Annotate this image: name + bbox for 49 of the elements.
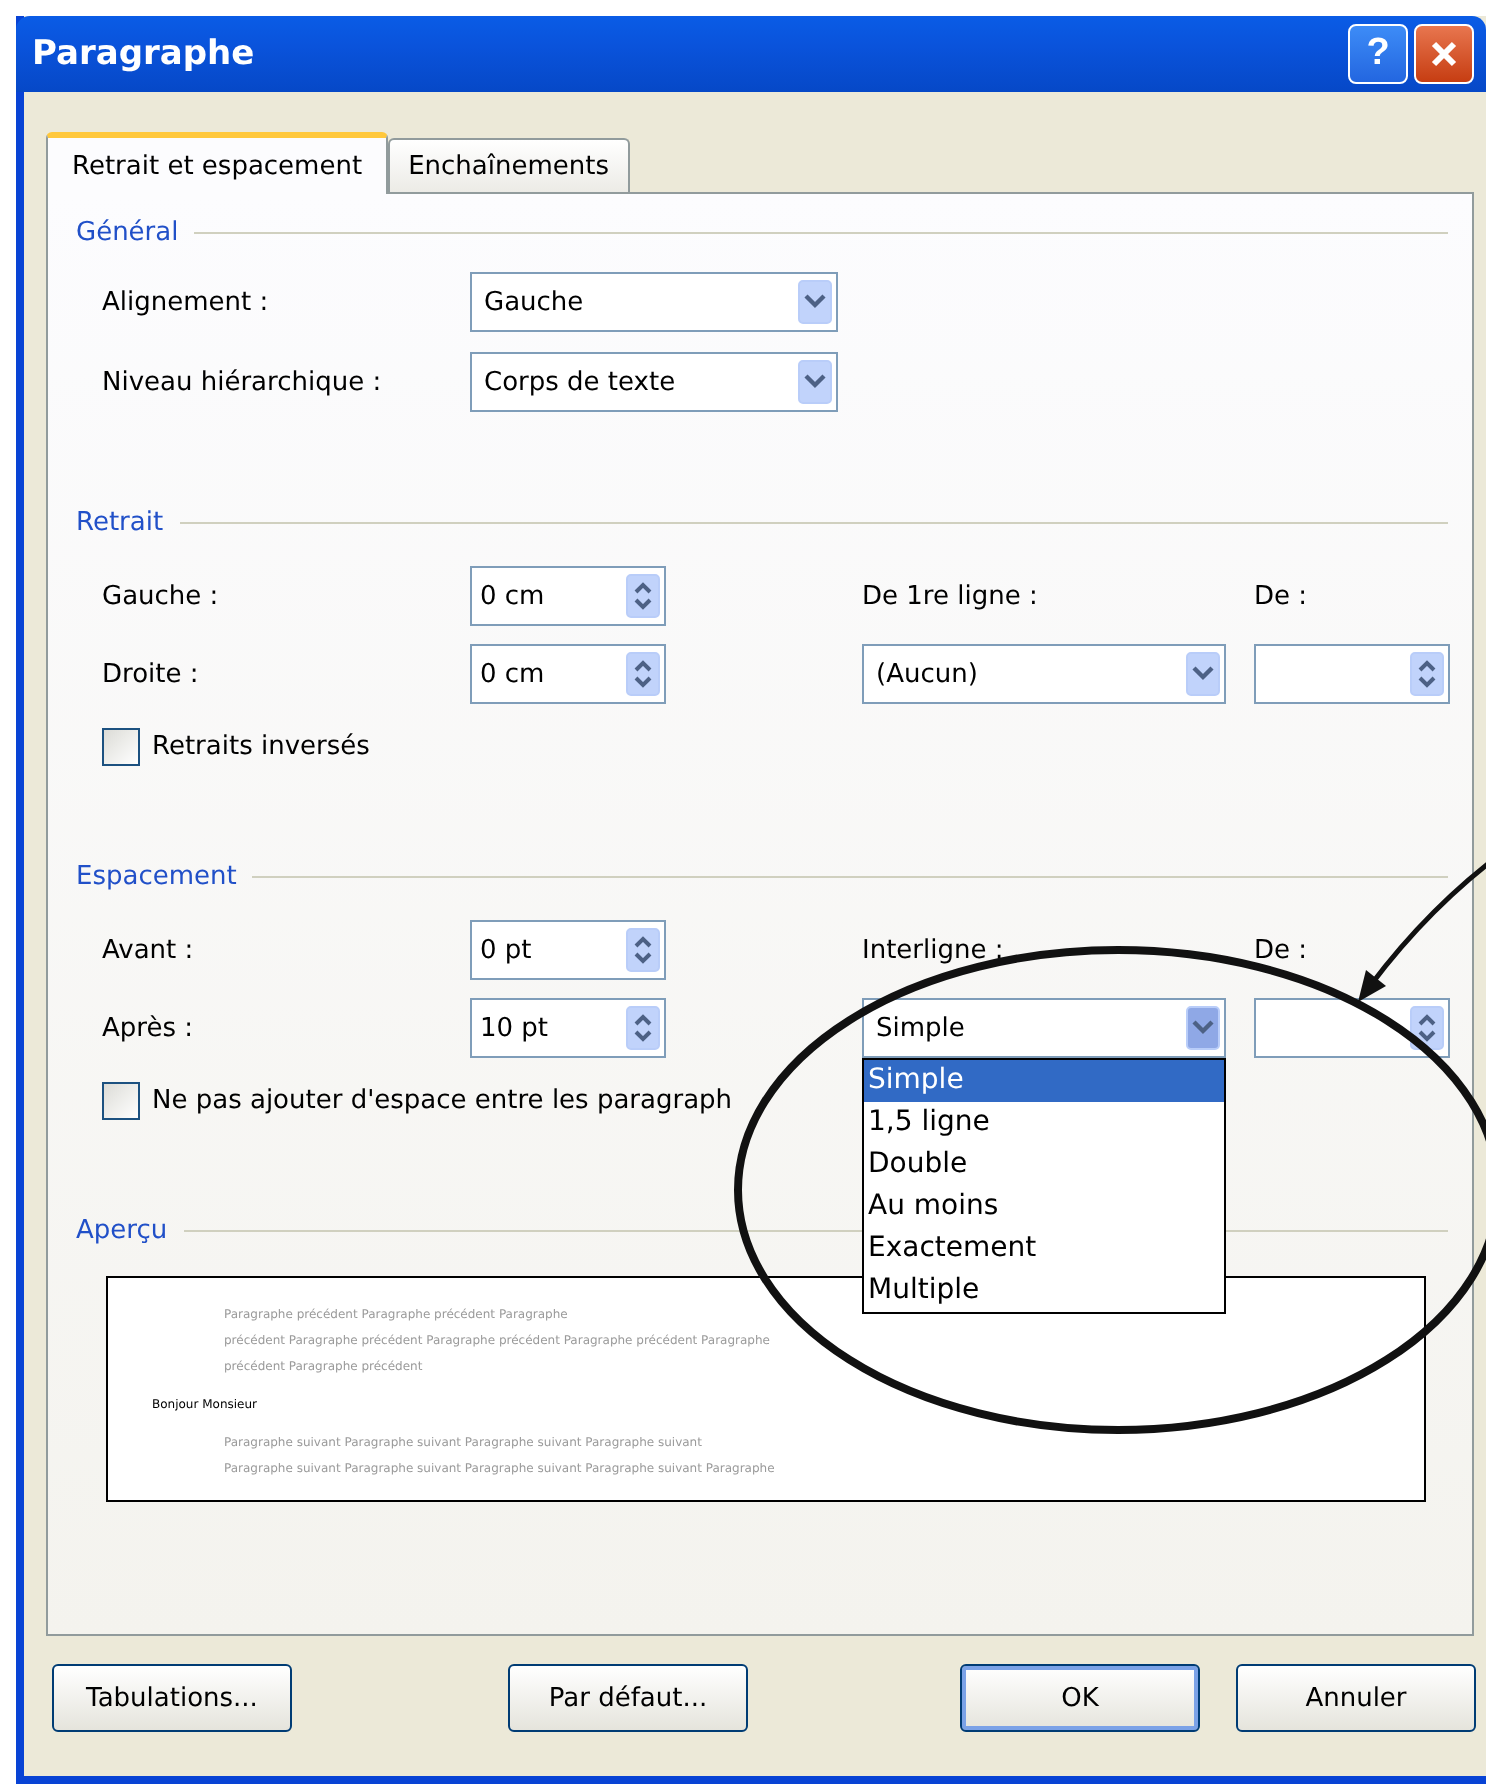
dropdown-field[interactable]: Corps de texte: [470, 352, 838, 412]
field-label: Droite :: [102, 659, 201, 689]
field-label: De :: [1254, 935, 1310, 965]
spin-field[interactable]: 10 pt: [470, 998, 666, 1058]
field-label: De 1re ligne :: [862, 581, 1040, 611]
dialog-button[interactable]: Tabulations...: [52, 1664, 292, 1732]
field-label: Niveau hiérarchique :: [102, 367, 384, 397]
spin-arrows-icon[interactable]: [626, 650, 660, 698]
dropdown-option[interactable]: Simple: [864, 1060, 1224, 1102]
spin-field[interactable]: 0 pt: [470, 920, 666, 980]
spin-field[interactable]: 0 cm: [470, 644, 666, 704]
field-label: Interligne :: [862, 935, 1006, 965]
dropdown-option[interactable]: Multiple: [864, 1270, 1224, 1312]
spin-field[interactable]: [1254, 644, 1450, 704]
dropdown-option[interactable]: 1,5 ligne: [864, 1102, 1224, 1144]
section-title: Espacement: [76, 861, 237, 891]
field-label: Après :: [102, 1013, 195, 1043]
dialog-button[interactable]: OK: [960, 1664, 1200, 1732]
field-label: De :: [1254, 581, 1310, 611]
dropdown-option[interactable]: Au moins: [864, 1186, 1224, 1228]
field-label: Alignement :: [102, 287, 271, 317]
checkbox-label: Ne pas ajouter d'espace entre les paragraph: [152, 1086, 733, 1116]
spin-arrows-icon[interactable]: [1410, 1004, 1444, 1052]
dialog-button[interactable]: Par défaut...: [508, 1664, 748, 1732]
checkbox[interactable]: [102, 1082, 140, 1120]
dropdown-field[interactable]: (Aucun): [862, 644, 1226, 704]
help-button[interactable]: ?: [1348, 24, 1408, 84]
spin-field[interactable]: 0 cm: [470, 566, 666, 626]
window-title: Paragraphe: [32, 34, 255, 74]
section-title: Retrait: [76, 507, 164, 537]
checkbox[interactable]: [102, 728, 140, 766]
dropdown-option[interactable]: Double: [864, 1144, 1224, 1186]
checkbox-label: Retraits inversés: [152, 732, 370, 762]
field-label: Avant :: [102, 935, 196, 965]
tab[interactable]: Enchaînements: [388, 138, 629, 192]
section-title: Général: [76, 217, 179, 247]
field-label: Gauche :: [102, 581, 221, 611]
spin-field[interactable]: [1254, 998, 1450, 1058]
dropdown-option[interactable]: Exactement: [864, 1228, 1224, 1270]
dialog-button[interactable]: Annuler: [1236, 1664, 1476, 1732]
close-button[interactable]: [1414, 24, 1474, 84]
spin-arrows-icon[interactable]: [626, 1004, 660, 1052]
spin-arrows-icon[interactable]: [626, 572, 660, 620]
section-title: Aperçu: [76, 1215, 168, 1245]
spin-arrows-icon[interactable]: [1410, 650, 1444, 698]
tab[interactable]: Retrait et espacement: [46, 132, 389, 194]
dropdown-field[interactable]: Simple: [862, 998, 1226, 1058]
spin-arrows-icon[interactable]: [626, 926, 660, 974]
dropdown-field[interactable]: Gauche: [470, 272, 838, 332]
